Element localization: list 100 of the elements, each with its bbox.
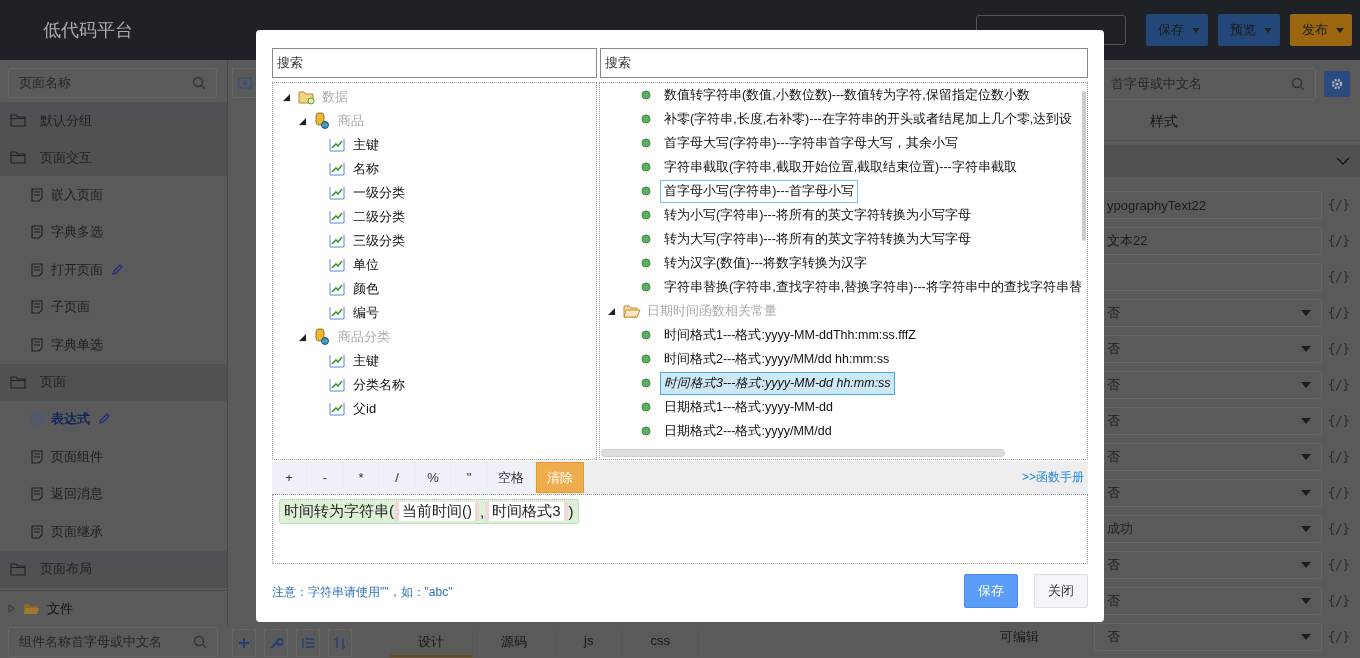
dialog-button[interactable]: 保存 (964, 574, 1018, 608)
folder-icon (10, 151, 26, 164)
dialog-button[interactable]: 关闭 (1034, 574, 1088, 608)
operator-button[interactable]: * (344, 462, 378, 493)
tree-node[interactable]: 商品分类 (338, 328, 390, 346)
action-button[interactable]: 预览 (1218, 14, 1280, 46)
tree-node[interactable]: 编号 (353, 304, 379, 322)
operator-button[interactable]: 空格 (488, 462, 534, 493)
tree-node[interactable]: 三级分类 (353, 232, 405, 250)
code-button[interactable]: {/} (1328, 234, 1350, 248)
search-field[interactable]: 搜索 (272, 48, 597, 78)
tree-node[interactable]: 数据 (322, 88, 348, 106)
caret-icon (1336, 27, 1344, 33)
function-item[interactable]: 时间格式2---格式:yyyy/MM/dd hh:mm:ss (660, 347, 894, 371)
function-item[interactable]: 日期格式2---格式:yyyy/MM/dd (660, 419, 836, 443)
column-icon (329, 186, 345, 200)
manual-link[interactable]: >>函数手册 (1022, 469, 1088, 486)
code-button[interactable]: {/} (1328, 306, 1350, 320)
operator-button[interactable]: + (272, 462, 306, 493)
argument-token[interactable]: 当前时间() (395, 502, 479, 521)
document-icon (31, 412, 43, 427)
code-button[interactable]: {/} (1328, 378, 1350, 392)
bullet-icon (641, 114, 651, 124)
code-button[interactable]: {/} (1328, 198, 1350, 212)
tree-node[interactable]: 父id (353, 400, 377, 418)
caret-icon (1301, 382, 1311, 388)
scrollbar[interactable] (601, 449, 1005, 457)
action-button[interactable]: 保存 (1146, 14, 1208, 46)
tree-node[interactable]: 主键 (353, 352, 379, 370)
caret-icon (1301, 598, 1311, 604)
code-button[interactable]: {/} (1328, 486, 1350, 500)
function-item[interactable]: 首字母大写(字符串)---字符串首字母大写，其余小写 (660, 131, 962, 155)
function-item[interactable]: 数值转字符串(数值,小数位数)---数值转为字符,保留指定位数小数 (660, 83, 1034, 107)
bullet-icon (641, 90, 651, 100)
function-item[interactable]: 字符串截取(字符串,截取开始位置,截取结束位置)---字符串截取 (660, 155, 1021, 179)
function-item[interactable]: 补零(字符串,长度,右补零)---在字符串的开头或者结尾加上几个零,达到设 (660, 107, 1077, 131)
function-item[interactable]: 时间格式1---格式:yyyy-MM-ddThh:mm:ss.fffZ (660, 323, 920, 347)
document-icon (31, 337, 43, 352)
bullet-icon (641, 354, 651, 364)
code-button[interactable]: {/} (1328, 522, 1350, 536)
editor-tab[interactable]: js (556, 628, 623, 657)
plus-icon (238, 636, 250, 649)
tree-node[interactable]: 一级分类 (353, 184, 405, 202)
expand-arrow-icon[interactable] (299, 333, 306, 341)
code-button[interactable]: {/} (1328, 630, 1350, 644)
editor-tab[interactable]: css (622, 628, 699, 657)
code-button[interactable]: {/} (1328, 270, 1350, 284)
caret-icon (1264, 27, 1272, 33)
function-item[interactable]: 时间格式3---格式:yyyy-MM-dd hh:mm:ss (660, 371, 895, 395)
function-group[interactable]: 日期时间函数相关常量 (647, 302, 777, 320)
document-icon (31, 524, 43, 539)
file-node[interactable]: 文件 (0, 589, 227, 627)
tree-node[interactable]: 颜色 (353, 280, 379, 298)
function-item[interactable]: 字符串替换(字符串,查找字符串,替换字符串)---将字符串中的查找字符串替 (660, 275, 1086, 299)
code-button[interactable]: {/} (1328, 342, 1350, 356)
properties-tab[interactable]: 样式 (1150, 113, 1178, 131)
expand-arrow-icon[interactable] (299, 117, 306, 125)
scrollbar[interactable] (1082, 91, 1086, 241)
search-field[interactable]: 搜索 (600, 48, 1088, 78)
operator-button[interactable]: - (308, 462, 342, 493)
caret-icon (1301, 310, 1311, 316)
operator-button[interactable]: % (416, 462, 450, 493)
function-token[interactable]: 时间转为字符串( 当前时间() , 时间格式3 ) (279, 499, 579, 524)
code-button[interactable]: {/} (1328, 414, 1350, 428)
folder-icon (10, 114, 26, 127)
expand-arrow-icon[interactable] (283, 93, 290, 101)
expression-editor[interactable]: 时间转为字符串( 当前时间() , 时间格式3 ) (272, 494, 1088, 564)
operator-button[interactable]: " (452, 462, 486, 493)
operator-button[interactable]: 清除 (536, 462, 584, 493)
code-button[interactable]: {/} (1328, 558, 1350, 572)
column-icon (329, 354, 345, 368)
expand-arrow-icon[interactable] (608, 307, 615, 315)
page-item[interactable]: 表达式 (0, 400, 227, 438)
bullet-icon (641, 162, 651, 172)
search-icon (1291, 77, 1305, 91)
code-button[interactable]: {/} (1328, 450, 1350, 464)
bullet-icon (641, 210, 651, 220)
function-item[interactable]: 转为大写(字符串)---将所有的英文字符转换为大写字母 (660, 227, 975, 251)
tree-node[interactable]: 商品 (338, 112, 364, 130)
function-item[interactable]: 日期格式1---格式:yyyy-MM-dd (660, 395, 837, 419)
document-icon (31, 262, 43, 277)
argument-token[interactable]: 时间格式3 (485, 502, 568, 521)
function-item[interactable]: 首字母小写(字符串)---首字母小写 (660, 179, 858, 203)
action-button[interactable]: 发布 (1290, 14, 1352, 46)
editor-tab[interactable]: 设计 (390, 628, 473, 657)
function-item[interactable]: 转为汉字(数值)---将数字转换为汉字 (660, 251, 871, 275)
folder-icon (10, 562, 26, 576)
tree-node[interactable]: 主键 (353, 136, 379, 154)
function-item[interactable]: 转为小写(字符串)---将所有的英文字符转换为小写字母 (660, 203, 975, 227)
settings-button[interactable] (1324, 71, 1350, 97)
tree-node[interactable]: 二级分类 (353, 208, 405, 226)
editor-tab[interactable]: 源码 (473, 628, 556, 657)
tree-node[interactable]: 分类名称 (353, 376, 405, 394)
code-button[interactable]: {/} (1328, 594, 1350, 608)
bullet-icon (641, 234, 651, 244)
tree-node[interactable]: 名称 (353, 160, 379, 178)
folder-icon (10, 375, 26, 389)
document-icon (31, 225, 43, 240)
tree-node[interactable]: 单位 (353, 256, 379, 274)
operator-button[interactable]: / (380, 462, 414, 493)
